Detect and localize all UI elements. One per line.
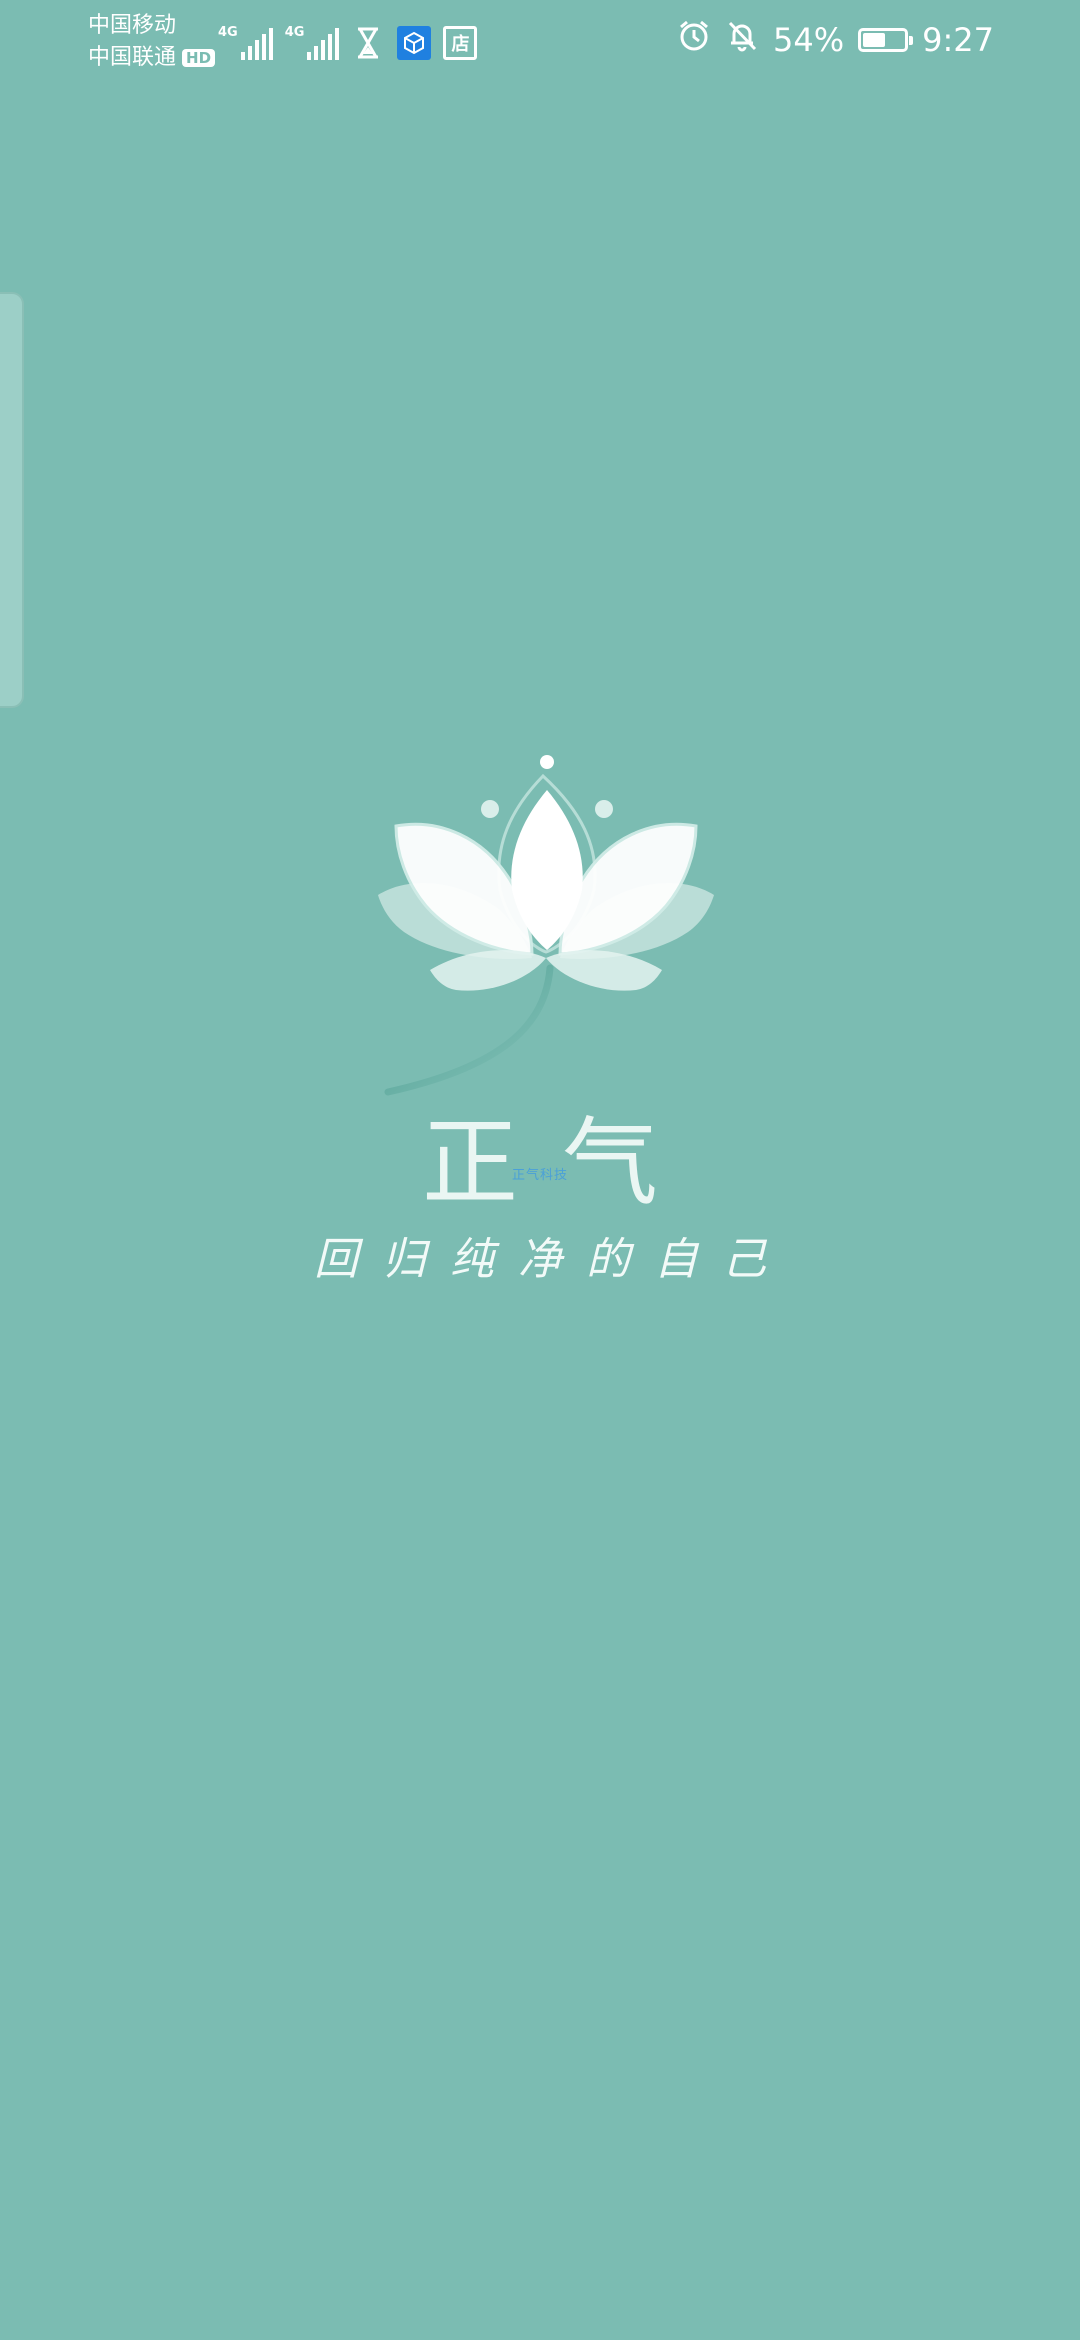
carrier-info: 中国移动 中国联通 HD [88,10,216,74]
signal-group-1: 4G [218,26,273,60]
lotus-dot-left [481,800,499,818]
carrier-1: 中国移动 [88,10,215,42]
lotus-dot-top [540,755,554,769]
carrier-1-name: 中国移动 [88,13,177,38]
carrier-2: 中国联通 HD [88,42,216,74]
lotus-lower-right-petal [546,950,662,991]
battery-icon [858,28,914,52]
hd-voice-badge: HD [182,49,216,67]
network-type-1: 4G [218,25,238,40]
battery-percent: 54% [773,21,845,59]
hourglass-icon [351,26,385,60]
store-icon-glyph: 店 [451,34,470,55]
lotus-dot-right [595,800,613,818]
signal-bars-2-icon [307,26,340,60]
network-type-2: 4G [284,25,305,40]
status-left-icons: 4G 4G 店 [218,20,478,60]
battery-level [863,33,886,47]
lotus-logo [378,755,714,1096]
store-icon: 店 [443,26,478,60]
alarm-clock-icon [677,19,711,61]
title-watermark: 正气科技 [511,1168,568,1183]
bell-off-icon [725,19,759,61]
signal-group-2: 4G [285,26,340,60]
app-slogan: 回归纯净的自己 [314,1234,790,1285]
status-bar: 中国移动 中国联通 HD 4G 4G 店 54% 9:27 [0,0,1080,84]
splash-content: 正气 正气科技 回归纯净的自己 [0,740,1080,1300]
box-icon [397,26,432,60]
clock-time: 9:27 [922,21,994,59]
lotus-lower-left-petal [430,950,546,991]
carrier-2-name: 中国联通 [88,45,177,70]
signal-bars-1-icon [240,26,273,60]
app-title: 正气 [422,1107,702,1219]
status-right-icons: 54% 9:27 [677,18,994,62]
side-drawer-handle[interactable] [0,292,24,708]
